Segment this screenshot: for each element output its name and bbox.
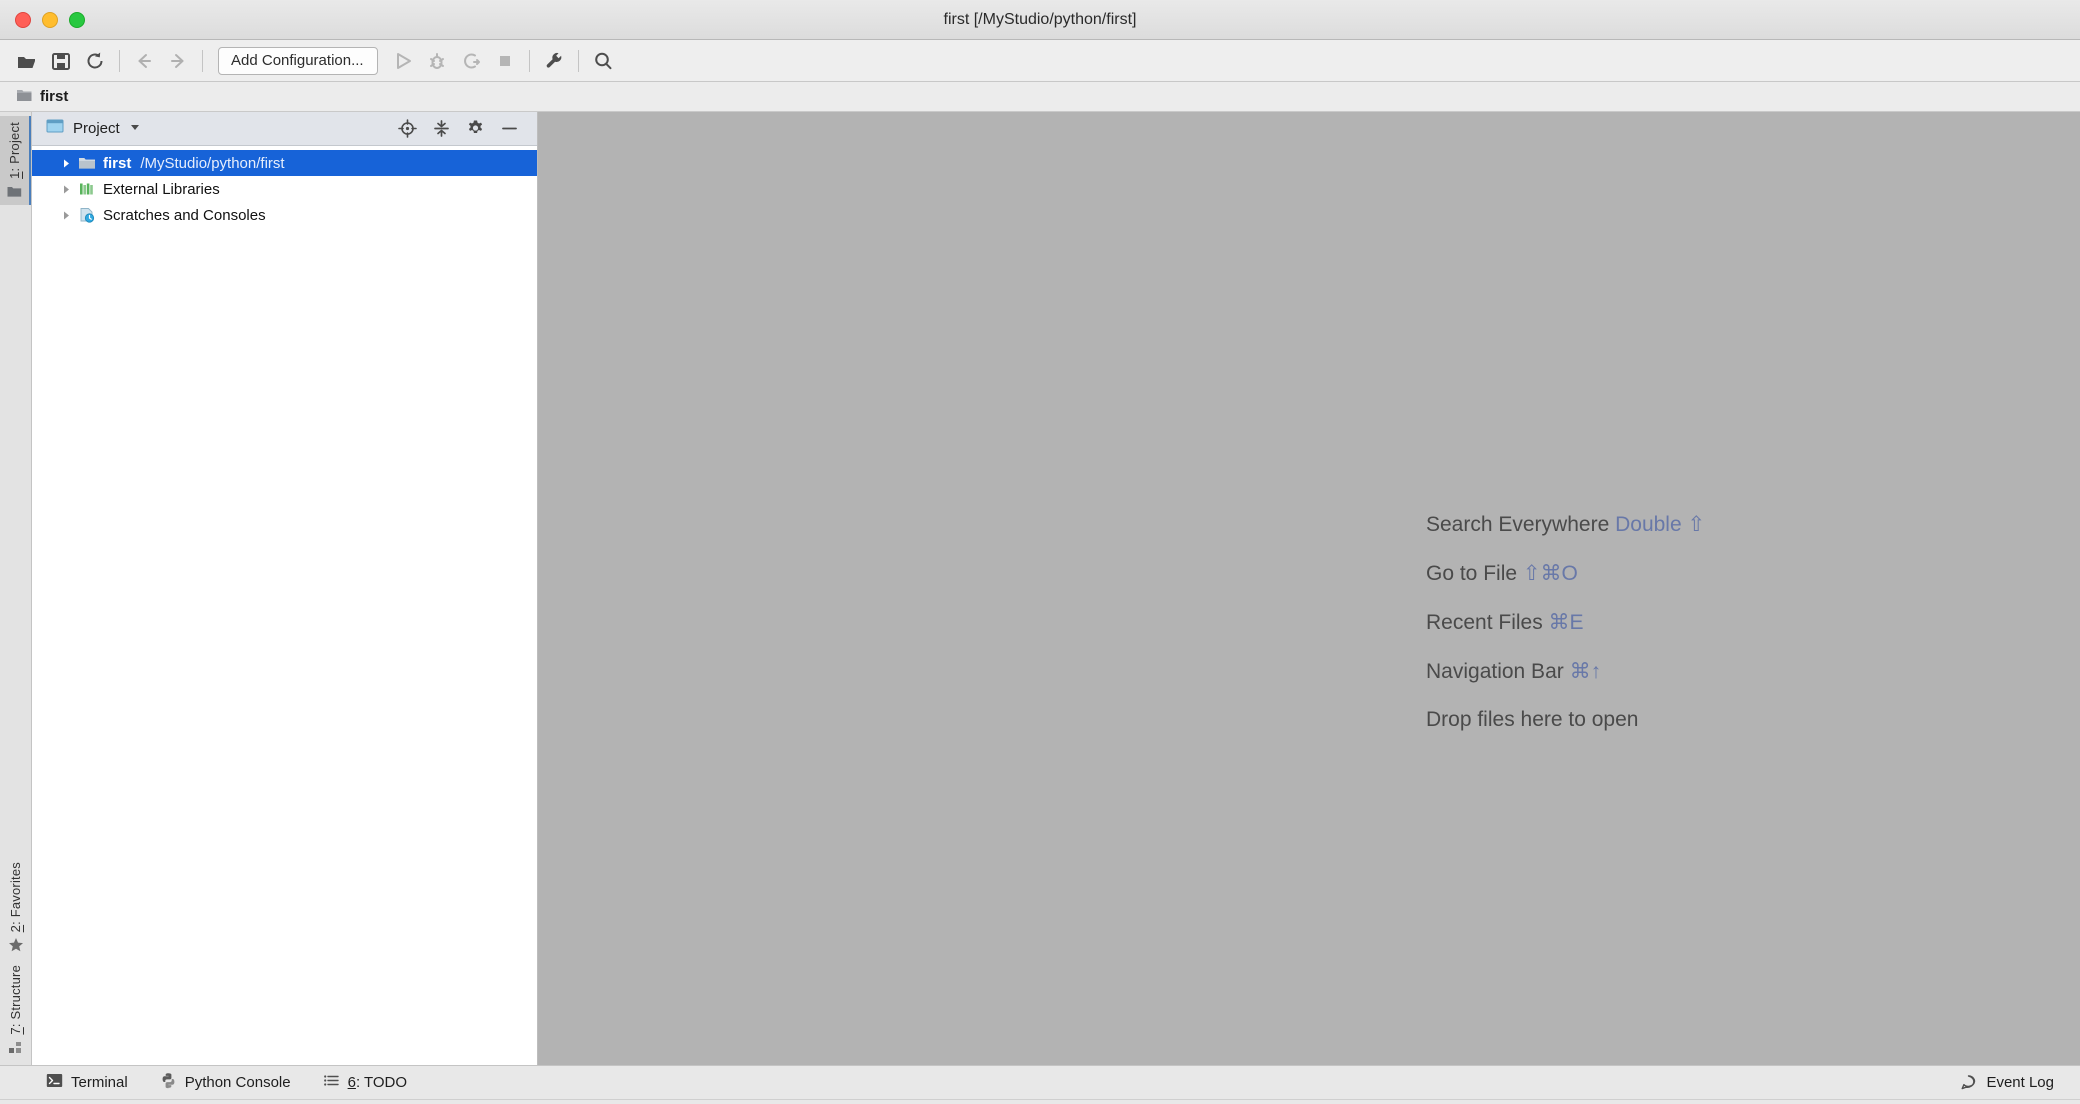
- project-panel-title: Project: [73, 120, 120, 137]
- toolbar-separator: [202, 49, 203, 72]
- left-strip-top-group: 1: Project: [0, 116, 31, 205]
- editor-placeholder-area[interactable]: Search Everywhere Double ⇧ Go to File ⇧⌘…: [538, 112, 2080, 1065]
- structure-tab-mnemonic: 7: [8, 1027, 23, 1035]
- chevron-right-icon[interactable]: [56, 210, 76, 221]
- run-icon[interactable]: [386, 44, 420, 78]
- hint-go-to-file: Go to File ⇧⌘O: [1426, 561, 1705, 586]
- window-titlebar: first [/MyStudio/python/first]: [0, 0, 2080, 40]
- tree-item-external-libraries[interactable]: External Libraries: [32, 176, 537, 202]
- tree-item-name: Scratches and Consoles: [103, 206, 266, 224]
- project-tab-mnemonic: 1: [7, 171, 22, 179]
- gear-icon[interactable]: [465, 119, 485, 139]
- breadcrumb: first: [0, 82, 2080, 112]
- terminal-icon: [46, 1072, 63, 1093]
- python-icon: [160, 1072, 177, 1093]
- project-panel-header: Project: [32, 112, 537, 146]
- todo-mnemonic: 6: [347, 1074, 356, 1091]
- sync-icon[interactable]: [78, 44, 112, 78]
- bottom-item-python-console[interactable]: Python Console: [146, 1066, 309, 1099]
- favorites-tab-mnemonic: 2: [8, 924, 23, 933]
- bottom-item-todo-label: 6: TODO: [347, 1074, 408, 1091]
- hint-navigation-bar: Navigation Bar ⌘↑: [1426, 659, 1705, 684]
- project-panel: Project first /MyStudio/python/first Ext…: [32, 112, 538, 1065]
- project-folder-icon: [7, 184, 22, 199]
- stop-icon[interactable]: [488, 44, 522, 78]
- run-configuration-selector[interactable]: Add Configuration...: [218, 46, 378, 75]
- close-window-button[interactable]: [15, 11, 31, 28]
- locate-icon[interactable]: [397, 119, 417, 139]
- event-log-button[interactable]: Event Log: [1960, 1074, 2080, 1091]
- hint-label: Drop files here to open: [1426, 708, 1639, 731]
- hint-label: Go to File: [1426, 562, 1523, 585]
- chevron-right-icon[interactable]: [56, 184, 76, 195]
- chevron-down-icon[interactable]: [129, 120, 141, 138]
- tree-item-scratches-and-consoles[interactable]: Scratches and Consoles: [32, 202, 537, 228]
- back-arrow-icon[interactable]: [127, 44, 161, 78]
- save-all-icon[interactable]: [44, 44, 78, 78]
- project-panel-tools: [397, 119, 527, 139]
- main-toolbar: Add Configuration...: [0, 40, 2080, 82]
- chevron-right-icon[interactable]: [56, 158, 76, 169]
- project-tree: first /MyStudio/python/first External Li…: [32, 146, 537, 1065]
- hint-shortcut: Double ⇧: [1615, 513, 1706, 536]
- folder-icon: [76, 154, 98, 172]
- minimize-window-button[interactable]: [42, 11, 58, 28]
- project-window-icon: [46, 117, 64, 140]
- library-icon: [76, 180, 98, 198]
- hint-drop-files: Drop files here to open: [1426, 708, 1705, 732]
- forward-arrow-icon[interactable]: [161, 44, 195, 78]
- left-tool-strip: 1: Project 2: Favorites 7: Structure: [0, 112, 32, 1065]
- bottom-item-python-console-label: Python Console: [184, 1074, 291, 1091]
- event-log-label: Event Log: [1986, 1074, 2054, 1091]
- editor-hints: Search Everywhere Double ⇧ Go to File ⇧⌘…: [1426, 512, 1705, 732]
- tree-item-path: /MyStudio/python/first: [140, 154, 285, 172]
- main-body: 1: Project 2: Favorites 7: Structure Pro…: [0, 112, 2080, 1065]
- sidebar-item-structure[interactable]: 7: Structure: [0, 959, 31, 1061]
- bottom-item-todo[interactable]: 6: TODO: [309, 1066, 425, 1099]
- maximize-window-button[interactable]: [69, 11, 85, 28]
- bottom-item-terminal[interactable]: Terminal: [32, 1066, 146, 1099]
- sidebar-item-structure-label: 7: Structure: [8, 965, 23, 1035]
- balloon-icon: [1960, 1074, 1977, 1091]
- folder-icon: [16, 86, 33, 108]
- toolbar-separator: [119, 49, 120, 72]
- hint-search-everywhere: Search Everywhere Double ⇧: [1426, 512, 1705, 537]
- window-title: first [/MyStudio/python/first]: [943, 10, 1137, 28]
- star-icon: [8, 937, 24, 953]
- wrench-icon[interactable]: [537, 44, 571, 78]
- debug-icon[interactable]: [420, 44, 454, 78]
- scratches-icon: [76, 206, 98, 224]
- sidebar-item-favorites-label: 2: Favorites: [8, 862, 23, 933]
- hint-shortcut: ⌘↑: [1569, 660, 1602, 683]
- hint-recent-files: Recent Files ⌘E: [1426, 610, 1705, 635]
- left-strip-bottom-group: 2: Favorites 7: Structure: [0, 856, 31, 1061]
- hide-icon[interactable]: [499, 119, 519, 139]
- run-coverage-icon[interactable]: [454, 44, 488, 78]
- hint-label: Search Everywhere: [1426, 513, 1616, 536]
- toolbar-separator: [578, 49, 579, 72]
- todo-icon: [323, 1072, 340, 1093]
- tree-item-first[interactable]: first /MyStudio/python/first: [32, 150, 537, 176]
- tree-item-name: first: [103, 154, 132, 172]
- status-bar: [0, 1099, 2080, 1104]
- toolbar-separator: [529, 49, 530, 72]
- search-icon[interactable]: [586, 44, 620, 78]
- hint-shortcut: ⇧⌘O: [1522, 562, 1578, 585]
- bottom-item-terminal-label: Terminal: [71, 1074, 128, 1091]
- breadcrumb-label[interactable]: first: [40, 88, 68, 105]
- hint-label: Navigation Bar: [1426, 660, 1570, 683]
- bottom-tool-bar: Terminal Python Console 6: TODO Event Lo…: [0, 1065, 2080, 1099]
- traffic-lights: [0, 11, 85, 28]
- sidebar-item-project-label: 1: Project: [7, 122, 22, 179]
- hint-label: Recent Files: [1426, 611, 1549, 634]
- structure-icon: [8, 1040, 23, 1055]
- tree-item-name: External Libraries: [103, 180, 220, 198]
- hint-shortcut: ⌘E: [1548, 611, 1584, 634]
- collapse-all-icon[interactable]: [431, 119, 451, 139]
- open-folder-icon[interactable]: [10, 44, 44, 78]
- sidebar-item-project[interactable]: 1: Project: [0, 116, 31, 205]
- sidebar-item-favorites[interactable]: 2: Favorites: [0, 856, 31, 959]
